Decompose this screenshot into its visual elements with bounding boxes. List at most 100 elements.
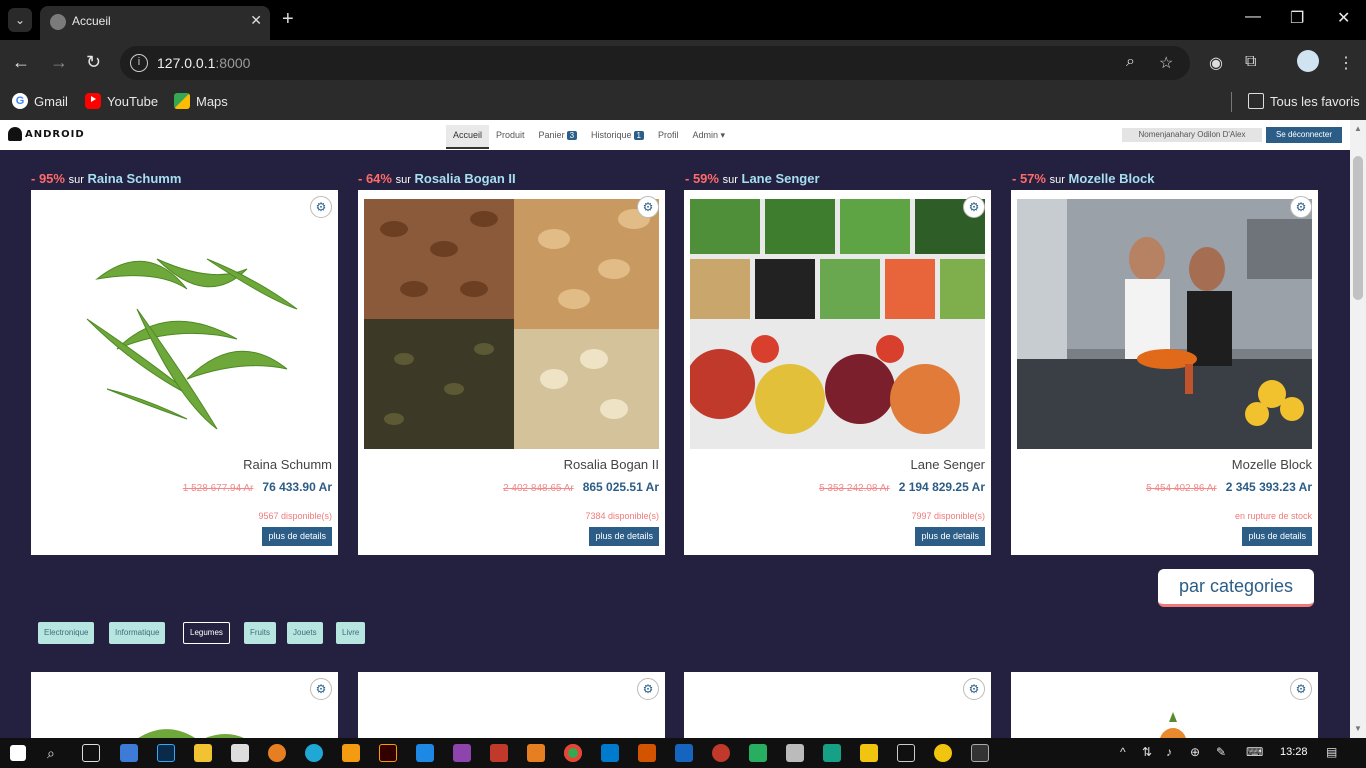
pen-icon[interactable]: ✎	[1216, 745, 1226, 759]
settings-gear-icon[interactable]: ⚙	[637, 196, 659, 218]
nav-accueil[interactable]: Accueil	[446, 125, 490, 149]
site-logo[interactable]: ANDROID	[8, 127, 85, 141]
illustrator-icon[interactable]	[379, 744, 397, 762]
scroll-down-icon[interactable]: ▼	[1354, 724, 1362, 733]
product-card: ⚙ Raina Schumm 1 528 677.94 Ar 76 433.90…	[31, 190, 338, 555]
back-icon[interactable]: ←	[12, 52, 30, 72]
photoshop-icon[interactable]	[157, 744, 175, 762]
close-window-icon[interactable]: ✕	[1337, 8, 1350, 28]
restore-icon[interactable]: ❐	[1290, 8, 1304, 28]
app-icon[interactable]	[490, 744, 508, 762]
nav-panier[interactable]: Panier 3	[532, 125, 584, 149]
details-button[interactable]: plus de details	[589, 527, 659, 546]
windows-start-icon[interactable]	[10, 745, 26, 761]
category-informatique[interactable]: Informatique	[109, 622, 166, 644]
filezilla-icon[interactable]	[638, 744, 656, 762]
app-icon[interactable]	[416, 744, 434, 762]
details-button[interactable]: plus de details	[262, 527, 332, 546]
app-icon[interactable]	[453, 744, 471, 762]
deal-title: - 95% sur Raina Schumm	[31, 171, 182, 186]
category-legumes[interactable]: Legumes	[183, 622, 230, 644]
logout-button[interactable]: Se déconnecter	[1266, 127, 1342, 143]
file-explorer-icon[interactable]	[194, 744, 212, 762]
app-icon[interactable]	[934, 744, 952, 762]
record-icon[interactable]	[712, 744, 730, 762]
product-card: ⚙	[358, 672, 665, 738]
language-globe-icon[interactable]: ⊕	[1190, 745, 1200, 759]
xampp-icon[interactable]	[527, 744, 545, 762]
product-name: Lane Senger	[910, 457, 985, 472]
chrome-icon[interactable]	[564, 744, 582, 762]
nav-historique[interactable]: Historique 1	[584, 125, 651, 149]
settings-gear-icon[interactable]: ⚙	[963, 678, 985, 700]
settings-gear-icon[interactable]: ⚙	[1290, 196, 1312, 218]
bookmarks-divider	[1231, 92, 1232, 112]
history-count-badge: 1	[633, 131, 644, 140]
details-button[interactable]: plus de details	[1242, 527, 1312, 546]
bookmark-star-icon[interactable]: ☆	[1159, 53, 1173, 73]
nav-produit[interactable]: Produit	[489, 125, 532, 149]
forward-icon[interactable]: →	[50, 52, 68, 72]
new-tab-button[interactable]: +	[282, 8, 294, 30]
close-tab-icon[interactable]: ✕	[250, 12, 262, 29]
category-jouets[interactable]: Jouets	[287, 622, 323, 644]
bookmark-gmail[interactable]: G Gmail	[12, 93, 68, 109]
settings-gear-icon[interactable]: ⚙	[963, 196, 985, 218]
settings-gear-icon[interactable]: ⚙	[310, 678, 332, 700]
volume-icon[interactable]: ♪	[1166, 745, 1172, 759]
bookmark-youtube[interactable]: YouTube	[85, 93, 158, 109]
site-info-icon[interactable]: i	[130, 54, 148, 72]
keyboard-icon[interactable]: ⌨	[1246, 745, 1263, 759]
cart-count-badge: 3	[566, 131, 578, 140]
more-menu-icon[interactable]: ⋮	[1338, 53, 1354, 73]
stock-status: 7384 disponible(s)	[585, 511, 659, 521]
tab-search-button[interactable]: ⌄	[8, 8, 32, 32]
google-icon: G	[12, 93, 28, 109]
category-electronique[interactable]: Electronique	[38, 622, 95, 644]
minimize-icon[interactable]: —	[1245, 8, 1261, 26]
app-icon[interactable]	[823, 744, 841, 762]
category-livre[interactable]: Livre	[336, 622, 366, 644]
product-card: ⚙	[31, 672, 338, 738]
nav-profil[interactable]: Profil	[651, 125, 686, 149]
mail-icon[interactable]	[231, 744, 249, 762]
app-icon[interactable]	[786, 744, 804, 762]
notifications-icon[interactable]: ▤	[1326, 745, 1337, 759]
terminal-icon[interactable]	[971, 744, 989, 762]
settings-gear-icon[interactable]: ⚙	[310, 196, 332, 218]
taskbar-clock[interactable]: 13:28	[1280, 746, 1308, 758]
price-row: 5 454 402.86 Ar 2 345 393.23 Ar	[1146, 480, 1312, 494]
network-icon[interactable]: ⇅	[1142, 745, 1152, 759]
address-bar[interactable]: i 127.0.0.1:8000 ⌕ ☆	[120, 46, 1190, 80]
details-button[interactable]: plus de details	[915, 527, 985, 546]
browser-tab-accueil[interactable]: Accueil ✕	[40, 6, 270, 40]
zoom-icon[interactable]: ⌕	[1126, 53, 1135, 71]
page-scrollbar[interactable]: ▲ ▼	[1350, 120, 1366, 738]
task-view-icon[interactable]	[82, 744, 100, 762]
nav-admin-dropdown[interactable]: Admin ▾	[686, 125, 733, 149]
app-icon[interactable]	[675, 744, 693, 762]
search-app-icon[interactable]	[268, 744, 286, 762]
category-fruits[interactable]: Fruits	[244, 622, 276, 644]
edge-icon[interactable]	[305, 744, 323, 762]
reload-icon[interactable]: ↻	[86, 52, 101, 72]
scroll-thumb[interactable]	[1353, 156, 1363, 300]
search-icon[interactable]: ⌕	[47, 745, 55, 762]
profile-avatar[interactable]	[1297, 50, 1319, 72]
sticky-notes-icon[interactable]	[860, 744, 878, 762]
vlc-icon[interactable]	[342, 744, 360, 762]
all-bookmarks-button[interactable]: Tous les favoris	[1248, 93, 1360, 109]
camera-icon[interactable]: ◉	[1209, 53, 1223, 73]
vscode-icon[interactable]	[601, 744, 619, 762]
bookmark-maps[interactable]: Maps	[174, 93, 228, 109]
virtualbox-icon[interactable]	[897, 744, 915, 762]
tray-chevron-icon[interactable]: ^	[1120, 745, 1126, 759]
main-nav: Accueil Produit Panier 3 Historique 1 Prof…	[446, 125, 732, 149]
settings-gear-icon[interactable]: ⚙	[637, 678, 659, 700]
extensions-icon[interactable]: ⧉	[1245, 53, 1256, 71]
app-icon[interactable]	[749, 744, 767, 762]
settings-gear-icon[interactable]: ⚙	[1290, 678, 1312, 700]
store-icon[interactable]	[120, 744, 138, 762]
deal-title: - 59% sur Lane Senger	[685, 171, 820, 186]
scroll-up-icon[interactable]: ▲	[1354, 124, 1362, 133]
